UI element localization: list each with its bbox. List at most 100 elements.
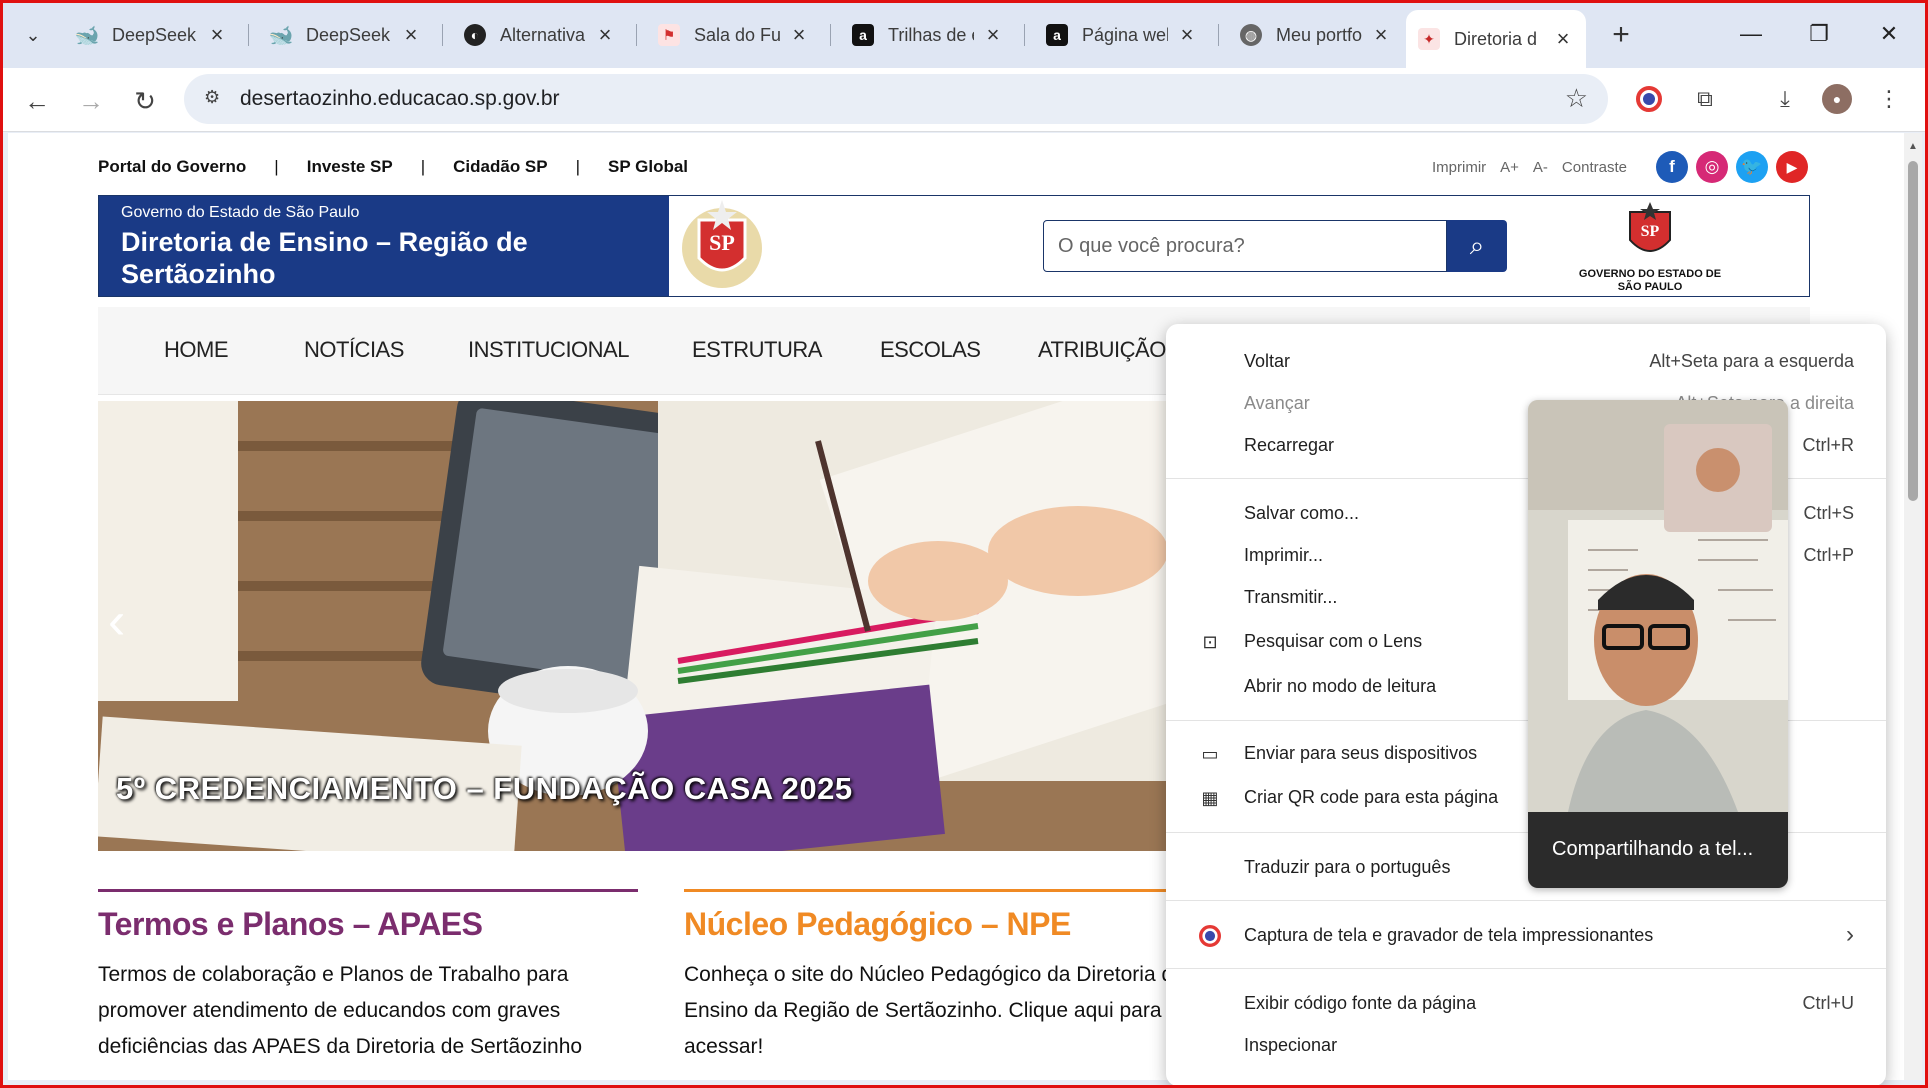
instagram-icon[interactable]: ◎ — [1696, 151, 1728, 183]
chevron-right-icon: › — [1846, 921, 1854, 948]
contrast-link[interactable]: Contraste — [1562, 159, 1627, 176]
close-icon[interactable]: × — [400, 22, 422, 48]
new-tab-plus-icon[interactable]: + — [1602, 16, 1640, 54]
nav-institucional[interactable]: INSTITUCIONAL — [468, 337, 629, 363]
reload-icon[interactable]: ↻ — [126, 82, 164, 120]
hero-carousel[interactable]: ‹ 5º CREDENCIAMENTO – FUNDAÇÃO CASA 2025 — [98, 401, 1328, 851]
twitter-icon[interactable]: 🐦 — [1736, 151, 1768, 183]
tab-sala-do-futuro[interactable]: ⚑ Sala do Fut × — [646, 10, 822, 60]
minimize-icon[interactable]: — — [1726, 14, 1776, 54]
hero-caption[interactable]: 5º CREDENCIAMENTO – FUNDAÇÃO CASA 2025 — [116, 771, 853, 807]
menu-item-label: Voltar — [1244, 350, 1291, 371]
menu-item-codigo-fonte[interactable]: Exibir código fonte da página Ctrl+U — [1166, 984, 1886, 1022]
tab-strip: ⌄ 🐋 DeepSeek | × 🐋 DeepSeek - × ◐ Altern… — [0, 0, 1928, 68]
site-title[interactable]: Diretoria de Ensino – Região de Sertãozi… — [121, 226, 681, 290]
tab-title: Página wel — [1082, 24, 1168, 45]
screen-capture-extension-icon[interactable] — [1634, 84, 1664, 114]
font-decrease-link[interactable]: A- — [1533, 159, 1548, 176]
sp-seal-icon: ✦ — [1418, 28, 1440, 50]
nav-atribuicao[interactable]: ATRIBUIÇÃO — [1038, 337, 1166, 363]
tab-deepseek-1[interactable]: 🐋 DeepSeek | × — [64, 10, 240, 60]
bookmark-star-icon[interactable]: ☆ — [1565, 83, 1588, 114]
search-icon[interactable]: ⌕ — [1447, 220, 1507, 272]
tab-pagina-web[interactable]: a Página wel × — [1034, 10, 1210, 60]
site-settings-icon[interactable]: ⚙ — [204, 87, 228, 111]
circle-logo-icon: ◐ — [464, 24, 486, 46]
seal-text: SP — [709, 230, 735, 255]
close-icon[interactable]: × — [206, 22, 228, 48]
carousel-prev-arrow-icon[interactable]: ‹ — [108, 591, 125, 651]
header-title-block: Governo do Estado de São Paulo Diretoria… — [99, 196, 669, 296]
font-increase-link[interactable]: A+ — [1500, 159, 1519, 176]
scroll-up-icon[interactable]: ▲ — [1908, 141, 1918, 152]
card-rule — [98, 889, 638, 892]
menu-item-label: Traduzir para o português — [1244, 856, 1451, 877]
tab-alternativa[interactable]: ◐ Alternativa × — [452, 10, 628, 60]
tab-title: Trilhas de e — [888, 24, 974, 45]
link-cidadao-sp[interactable]: Cidadão SP — [453, 157, 547, 177]
avatar[interactable]: ● — [1822, 84, 1852, 114]
gov-topbar: Portal do Governo | Investe SP | Cidadão… — [98, 157, 688, 177]
page-scrollbar[interactable]: ▲ — [1904, 133, 1922, 1080]
back-arrow-icon[interactable]: ← — [18, 82, 56, 120]
tab-title: DeepSeek - — [306, 24, 392, 45]
menu-item-shortcut: Ctrl+U — [1802, 992, 1854, 1013]
card-title[interactable]: Núcleo Pedagógico – NPE — [684, 906, 1224, 943]
sala-icon: ⚑ — [658, 24, 680, 46]
tab-title: Meu portfo — [1276, 24, 1362, 45]
menu-kebab-icon[interactable]: ⋮ — [1874, 84, 1904, 114]
forward-arrow-icon[interactable]: → — [72, 82, 110, 120]
menu-item-voltar[interactable]: Voltar Alt+Seta para a esquerda — [1166, 342, 1886, 380]
nav-home[interactable]: HOME — [164, 337, 229, 363]
site-search-input[interactable]: O que você procura? — [1043, 220, 1447, 272]
nav-noticias[interactable]: NOTÍCIAS — [304, 337, 404, 363]
facebook-icon[interactable]: f — [1656, 151, 1688, 183]
close-icon[interactable]: × — [594, 22, 616, 48]
seal-text: SP — [1641, 223, 1660, 240]
youtube-icon[interactable]: ▶ — [1776, 151, 1808, 183]
menu-item-inspecionar[interactable]: Inspecionar — [1166, 1026, 1886, 1064]
menu-item-captura-de-tela[interactable]: Captura de tela e gravador de tela impre… — [1166, 916, 1886, 954]
restore-icon[interactable]: ❐ — [1794, 14, 1844, 54]
menu-item-label: Recarregar — [1244, 434, 1335, 455]
menu-item-label: Pesquisar com o Lens — [1244, 630, 1423, 651]
menu-item-label: Inspecionar — [1244, 1034, 1338, 1055]
link-sp-global[interactable]: SP Global — [608, 157, 688, 177]
extensions-puzzle-icon[interactable]: ⧉ — [1690, 84, 1720, 114]
menu-divider — [1166, 900, 1886, 901]
close-icon[interactable]: × — [1176, 22, 1198, 48]
url-text[interactable]: desertaozinho.educacao.sp.gov.br — [240, 87, 560, 111]
tab-diretoria-active[interactable]: ✦ Diretoria d × — [1406, 10, 1586, 68]
close-icon[interactable]: × — [1552, 26, 1574, 52]
menu-divider — [1166, 968, 1886, 969]
card-title[interactable]: Termos e Planos – APAES — [98, 906, 638, 943]
address-bar[interactable]: ⚙ desertaozinho.educacao.sp.gov.br ☆ — [184, 74, 1608, 124]
card-text: Conheça o site do Núcleo Pedagógico da D… — [684, 963, 1185, 1058]
tab-deepseek-2[interactable]: 🐋 DeepSeek - × — [258, 10, 434, 60]
gov-sp-logo[interactable]: SP GOVERNO DO ESTADO DE SÃO PAULO — [1575, 202, 1725, 293]
card-apaes[interactable]: Termos e Planos – APAES Termos de colabo… — [98, 889, 638, 1065]
print-link[interactable]: Imprimir — [1432, 159, 1486, 176]
link-investe-sp[interactable]: Investe SP — [307, 157, 393, 177]
nav-estrutura[interactable]: ESTRUTURA — [692, 337, 822, 363]
webcam-overlay[interactable]: Compartilhando a tel... — [1528, 400, 1788, 888]
link-portal-do-governo[interactable]: Portal do Governo — [98, 157, 246, 177]
tab-title: Alternativa — [500, 24, 586, 45]
nav-escolas[interactable]: ESCOLAS — [880, 337, 981, 363]
tab-meu-portfolio[interactable]: ◍ Meu portfo × — [1228, 10, 1404, 60]
close-icon[interactable]: × — [788, 22, 810, 48]
close-icon[interactable]: × — [982, 22, 1004, 48]
tab-trilhas[interactable]: a Trilhas de e × — [840, 10, 1016, 60]
deepseek-icon: 🐋 — [268, 24, 294, 47]
scrollbar-thumb[interactable] — [1908, 161, 1918, 501]
menu-item-label: Transmitir... — [1244, 586, 1338, 607]
gov-logo-text: GOVERNO DO ESTADO DE SÃO PAULO — [1578, 268, 1722, 293]
menu-item-shortcut: Alt+Seta para a esquerda — [1649, 350, 1854, 371]
close-icon[interactable]: × — [1370, 22, 1392, 48]
menu-item-shortcut: Ctrl+P — [1803, 544, 1854, 565]
close-window-icon[interactable]: ✕ — [1864, 14, 1914, 54]
card-npe[interactable]: Núcleo Pedagógico – NPE Conheça o site d… — [684, 889, 1224, 1065]
download-icon[interactable]: ⤓ — [1770, 84, 1800, 114]
tab-search-chevron-icon[interactable]: ⌄ — [14, 16, 52, 54]
separator: | — [575, 157, 581, 176]
